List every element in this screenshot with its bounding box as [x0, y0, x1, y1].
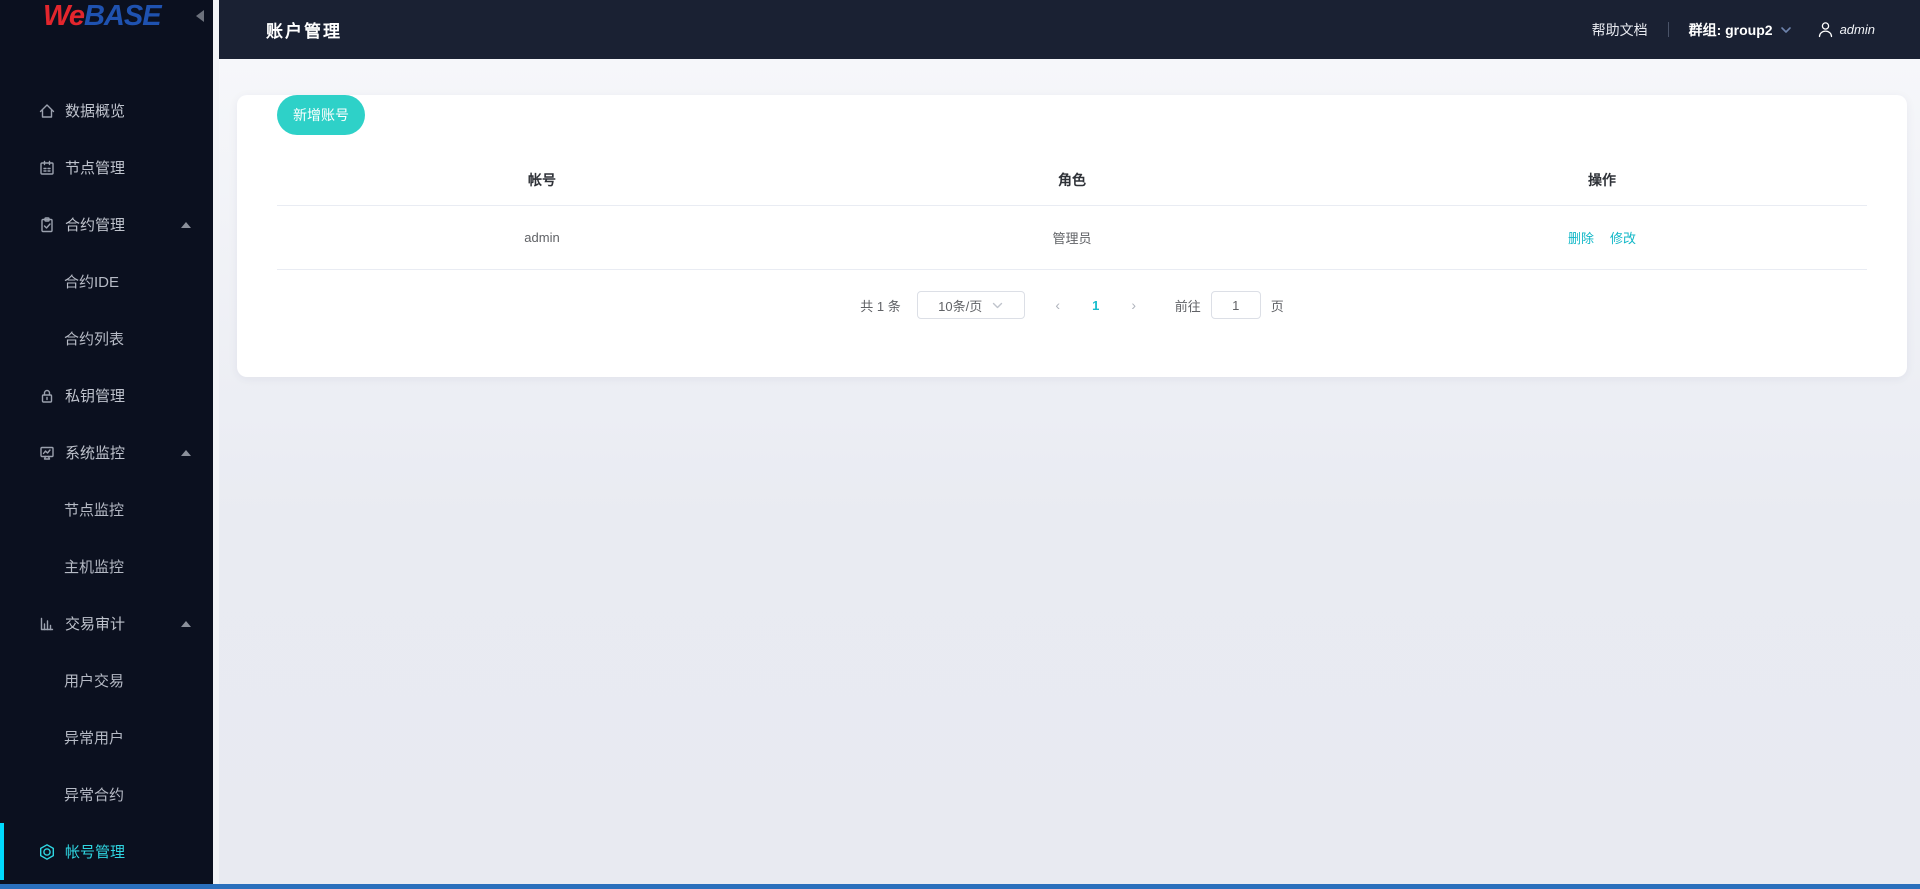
- table-header-row: 帐号 角色 操作: [277, 155, 1867, 206]
- main-column: 账户管理 帮助文档 群组: group2 admin 新增账号 帐号 角色 操作…: [219, 0, 1920, 889]
- bottom-scrollbar-strip[interactable]: [0, 884, 1920, 889]
- pagination-total: 共 1 条: [860, 298, 901, 314]
- sidebar-item-label: 合约管理: [65, 217, 126, 234]
- user-icon: [1816, 20, 1835, 39]
- chevron-down-icon: [992, 302, 1003, 310]
- table-row: admin 管理员 删除 修改: [277, 206, 1867, 270]
- account-table: 帐号 角色 操作 admin 管理员 删除 修改: [277, 155, 1867, 270]
- current-page[interactable]: 1: [1077, 298, 1115, 313]
- help-docs-link[interactable]: 帮助文档: [1592, 20, 1648, 40]
- collapse-arrow-icon: [181, 620, 191, 627]
- logo-base: BASE: [83, 0, 162, 32]
- group-switcher[interactable]: 群组: group2: [1689, 20, 1792, 40]
- hexagon-badge-icon: [38, 843, 56, 861]
- sidebar-item-contract-ide[interactable]: 合约IDE: [0, 253, 213, 310]
- sidebar-item-label: 合约列表: [64, 331, 125, 348]
- column-header-account: 帐号: [528, 172, 556, 188]
- cell-account: admin: [524, 230, 560, 245]
- sidebar-item-label: 节点管理: [65, 160, 126, 177]
- collapse-arrow-icon: [181, 221, 191, 228]
- sidebar-item-label: 帐号管理: [65, 844, 126, 861]
- sidebar: WeBASE 数据概览 节点管理 合约管理 合约IDE 合约列表 私钥管理 系统…: [0, 0, 213, 889]
- sidebar-collapse-icon[interactable]: [196, 10, 204, 22]
- topbar-right: 帮助文档 群组: group2 admin: [1592, 20, 1875, 40]
- add-account-button[interactable]: 新增账号: [277, 95, 365, 135]
- modify-link[interactable]: 修改: [1610, 228, 1636, 247]
- sidebar-item-label: 合约IDE: [64, 274, 120, 291]
- sidebar-item-label: 私钥管理: [65, 388, 126, 405]
- column-header-actions: 操作: [1588, 172, 1616, 188]
- account-card: 新增账号 帐号 角色 操作 admin 管理员 删除 修改 共 1 条 10条/…: [237, 95, 1907, 377]
- pagination: 共 1 条 10条/页 ‹ 1 › 前往 页: [277, 270, 1867, 340]
- goto-page-input[interactable]: [1210, 291, 1261, 319]
- logo-we: We: [43, 0, 85, 32]
- webase-logo[interactable]: WeBASE: [43, 0, 162, 32]
- page-suffix-label: 页: [1270, 298, 1284, 314]
- cell-actions: 删除 修改: [1337, 228, 1867, 247]
- clipboard-icon: [38, 216, 56, 234]
- monitor-icon: [38, 444, 56, 462]
- sidebar-item-host-monitor[interactable]: 主机监控: [0, 538, 213, 595]
- cell-role: 管理员: [1052, 231, 1092, 246]
- page-size-value: 10条/页: [938, 298, 983, 314]
- sidebar-item-label: 节点监控: [64, 502, 125, 519]
- sidebar-item-label: 系统监控: [65, 445, 126, 462]
- page-size-select[interactable]: 10条/页: [916, 291, 1025, 319]
- sidebar-item-contract-list[interactable]: 合约列表: [0, 310, 213, 367]
- sidebar-item-label: 异常合约: [64, 787, 125, 804]
- sidebar-item-label: 异常用户: [64, 730, 125, 747]
- column-header-role: 角色: [1058, 172, 1086, 188]
- chevron-down-icon: [1780, 25, 1792, 35]
- delete-link[interactable]: 删除: [1568, 228, 1594, 247]
- sidebar-item-contract-management[interactable]: 合约管理: [0, 196, 213, 253]
- sidebar-item-node-management[interactable]: 节点管理: [0, 139, 213, 196]
- logo-row: WeBASE: [0, 0, 213, 32]
- sidebar-item-abnormal-contract[interactable]: 异常合约: [0, 766, 213, 823]
- page-title: 账户管理: [266, 22, 342, 41]
- user-name: admin: [1839, 22, 1875, 37]
- sidebar-item-label: 数据概览: [65, 103, 126, 120]
- sidebar-item-label: 交易审计: [65, 616, 126, 633]
- next-page-button[interactable]: ›: [1115, 297, 1153, 313]
- sidebar-item-label: 用户交易: [64, 673, 125, 690]
- sidebar-item-transaction-audit[interactable]: 交易审计: [0, 595, 213, 652]
- topbar-divider: [1667, 22, 1669, 37]
- sidebar-menu: 数据概览 节点管理 合约管理 合约IDE 合约列表 私钥管理 系统监控 节点监控…: [0, 32, 213, 880]
- sidebar-item-account-management[interactable]: 帐号管理: [0, 823, 213, 880]
- collapse-arrow-icon: [181, 449, 191, 456]
- sidebar-item-user-transaction[interactable]: 用户交易: [0, 652, 213, 709]
- topbar: 账户管理 帮助文档 群组: group2 admin: [219, 0, 1920, 59]
- home-icon: [38, 102, 56, 120]
- group-label: 群组: group2: [1688, 21, 1773, 38]
- sidebar-item-node-monitor[interactable]: 节点监控: [0, 481, 213, 538]
- calendar-icon: [38, 159, 56, 177]
- user-menu[interactable]: admin: [1816, 20, 1875, 39]
- content-area: 新增账号 帐号 角色 操作 admin 管理员 删除 修改 共 1 条 10条/…: [219, 59, 1920, 889]
- prev-page-button[interactable]: ‹: [1039, 297, 1077, 313]
- sidebar-item-data-overview[interactable]: 数据概览: [0, 82, 213, 139]
- sidebar-item-system-monitor[interactable]: 系统监控: [0, 424, 213, 481]
- sidebar-item-label: 主机监控: [64, 559, 125, 576]
- goto-label: 前往: [1174, 298, 1201, 314]
- lock-icon: [38, 387, 56, 405]
- sidebar-item-private-key[interactable]: 私钥管理: [0, 367, 213, 424]
- bar-chart-icon: [38, 615, 56, 633]
- sidebar-item-abnormal-user[interactable]: 异常用户: [0, 709, 213, 766]
